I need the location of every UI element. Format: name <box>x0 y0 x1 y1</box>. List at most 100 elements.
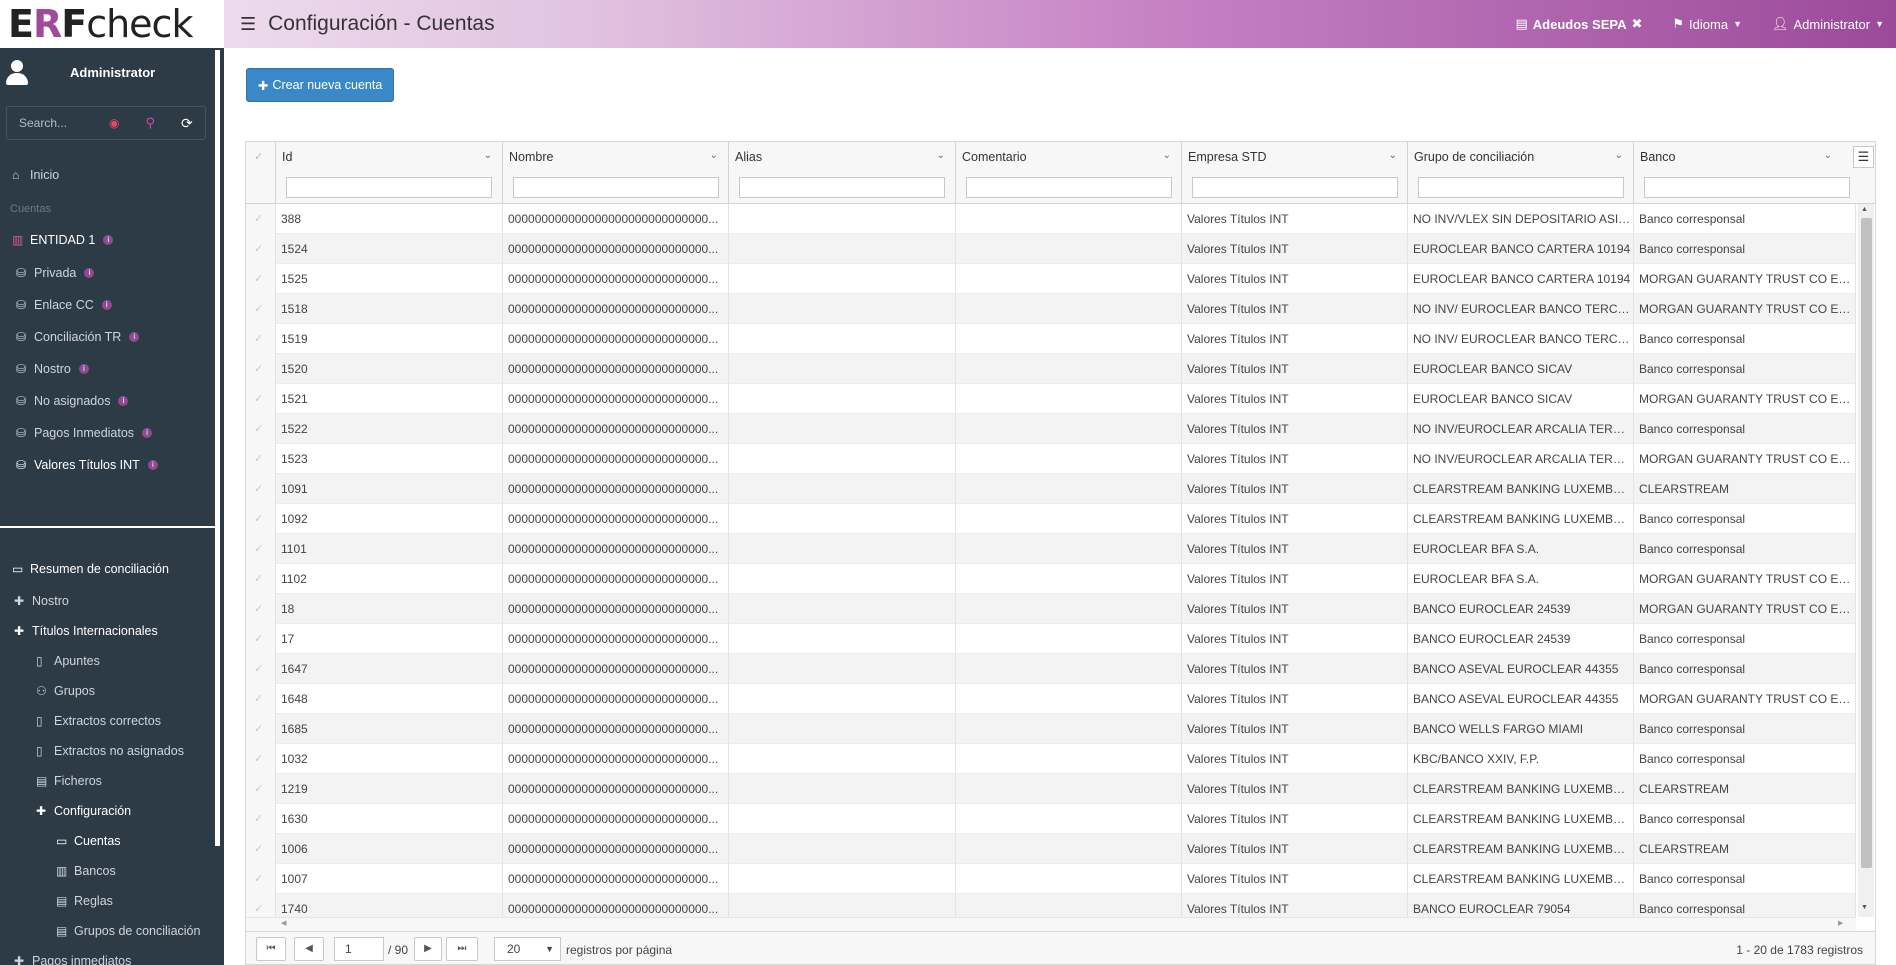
table-row[interactable]: ✓ 17 000000000000000000000000000000... Valo… <box>246 624 1856 654</box>
nav-entity-valores-titulos[interactable]: ⛁ Valores Títulos INT i <box>16 458 158 472</box>
chevron-down-icon[interactable]: ⌄ <box>1389 150 1397 161</box>
filter-input-grupo[interactable] <box>1418 177 1624 198</box>
table-row[interactable]: ✓ 1523 000000000000000000000000000000... Va… <box>246 444 1856 474</box>
table-row[interactable]: ✓ 1521 000000000000000000000000000000... Va… <box>246 384 1856 414</box>
scroll-down-icon[interactable]: ▼ <box>1861 904 1868 911</box>
next-page-button[interactable]: ▶ <box>414 937 442 961</box>
row-select-checkbox[interactable]: ✓ <box>246 294 276 324</box>
nav-inicio[interactable]: ⌂ Inicio <box>12 168 59 182</box>
menu-toggle-icon[interactable]: ☰ <box>240 14 256 35</box>
chevron-down-icon[interactable]: ⌄ <box>710 150 718 161</box>
nav-entity-no-asignados[interactable]: ⛁ No asignados i <box>16 394 129 408</box>
row-select-checkbox[interactable]: ✓ <box>246 414 276 444</box>
filter-input-nombre[interactable] <box>513 177 719 198</box>
filter-input-empresa[interactable] <box>1192 177 1398 198</box>
chevron-down-icon[interactable]: ⌄ <box>1163 150 1171 161</box>
row-select-checkbox[interactable]: ✓ <box>246 474 276 504</box>
row-select-checkbox[interactable]: ✓ <box>246 354 276 384</box>
nav-entity-enlace-cc[interactable]: ⛁ Enlace CC i <box>16 298 112 312</box>
user-menu[interactable]: 👤︎ Administrator ▼ <box>1772 16 1884 32</box>
scroll-thumb[interactable] <box>1861 218 1872 868</box>
row-select-checkbox[interactable]: ✓ <box>246 564 276 594</box>
table-row[interactable]: ✓ 1092 000000000000000000000000000000... Va… <box>246 504 1856 534</box>
row-select-checkbox[interactable]: ✓ <box>246 624 276 654</box>
table-row[interactable]: ✓ 1647 000000000000000000000000000000... Va… <box>246 654 1856 684</box>
page-number-input[interactable]: 1 <box>334 937 384 961</box>
horizontal-scrollbar[interactable]: ◀ ▶ <box>246 917 1856 931</box>
table-row[interactable]: ✓ 1006 000000000000000000000000000000... Va… <box>246 834 1856 864</box>
table-row[interactable]: ✓ 1219 000000000000000000000000000000... Va… <box>246 774 1856 804</box>
select-all-header[interactable]: ✓ <box>246 142 276 203</box>
table-row[interactable]: ✓ 1740 000000000000000000000000000000... Va… <box>246 894 1856 917</box>
column-menu-icon[interactable]: ☰ <box>1853 146 1874 168</box>
nav-grupos[interactable]: ⚇ Grupos <box>36 684 95 698</box>
row-select-checkbox[interactable]: ✓ <box>246 864 276 894</box>
row-select-checkbox[interactable]: ✓ <box>246 444 276 474</box>
create-account-button[interactable]: ✚ Crear nueva cuenta <box>246 68 395 102</box>
chevron-down-icon[interactable]: ⌄ <box>1615 150 1623 161</box>
row-select-checkbox[interactable]: ✓ <box>246 324 276 354</box>
table-row[interactable]: ✓ 1091 000000000000000000000000000000... Va… <box>246 474 1856 504</box>
table-row[interactable]: ✓ 388 000000000000000000000000000000... Val… <box>246 204 1856 234</box>
nav-entidad[interactable]: ▥ ENTIDAD 1i <box>12 233 114 247</box>
chevron-down-icon[interactable]: ⌄ <box>937 150 945 161</box>
nav-grupos-conciliacion[interactable]: ▤ Grupos de conciliación <box>56 924 200 938</box>
row-select-checkbox[interactable]: ✓ <box>246 654 276 684</box>
filter-input-id[interactable] <box>286 177 492 198</box>
row-select-checkbox[interactable]: ✓ <box>246 594 276 624</box>
chevron-down-icon[interactable]: ⌄ <box>484 150 492 161</box>
table-row[interactable]: ✓ 1102 000000000000000000000000000000... Va… <box>246 564 1856 594</box>
row-select-checkbox[interactable]: ✓ <box>246 204 276 234</box>
filter-input-comentario[interactable] <box>966 177 1172 198</box>
prev-page-button[interactable]: ◀ <box>294 937 324 961</box>
table-row[interactable]: ✓ 1520 000000000000000000000000000000... Va… <box>246 354 1856 384</box>
search-input[interactable]: Search... <box>19 116 107 130</box>
row-select-checkbox[interactable]: ✓ <box>246 534 276 564</box>
scroll-up-icon[interactable]: ▲ <box>1861 206 1868 213</box>
column-header-nombre[interactable]: Nombre ⌄ <box>503 142 729 203</box>
row-select-checkbox[interactable]: ✓ <box>246 504 276 534</box>
column-header-comentario[interactable]: Comentario ⌄ <box>956 142 1182 203</box>
nav-extractos-no-asignados[interactable]: ▯ Extractos no asignados <box>36 744 184 758</box>
nav-resumen[interactable]: ▭ Resumen de conciliación <box>12 562 169 576</box>
nav-entity-nostro[interactable]: ⛁ Nostro i <box>16 362 89 376</box>
row-select-checkbox[interactable]: ✓ <box>246 744 276 774</box>
table-row[interactable]: ✓ 1518 000000000000000000000000000000... Va… <box>246 294 1856 324</box>
page-size-select[interactable]: 20 ▼ <box>494 937 561 961</box>
column-header-banco[interactable]: Banco ⌄ <box>1634 142 1852 203</box>
search-icon[interactable]: ⚲ <box>145 115 155 131</box>
nav-entity-privada[interactable]: ⛁ Privada i <box>16 266 95 280</box>
nav-entity-pagos-inmediatos[interactable]: ⛁ Pagos Inmediatos i <box>16 426 153 440</box>
nav-entity-conciliacion-tr[interactable]: ⛁ Conciliación TR i <box>16 330 140 344</box>
nav-apuntes[interactable]: ▯ Apuntes <box>36 654 100 668</box>
first-page-button[interactable]: ⏮ <box>256 937 286 961</box>
row-select-checkbox[interactable]: ✓ <box>246 234 276 264</box>
nav-pagos-inmediatos[interactable]: ✚ Pagos inmediatos <box>14 954 131 965</box>
column-header-alias[interactable]: Alias ⌄ <box>729 142 956 203</box>
sepa-toggle[interactable]: ▤ Adeudos SEPA ✖ <box>1516 16 1643 32</box>
column-header-empresa[interactable]: Empresa STD ⌄ <box>1182 142 1408 203</box>
nav-extractos-correctos[interactable]: ▯ Extractos correctos <box>36 714 161 728</box>
nav-ficheros[interactable]: ▤ Ficheros <box>36 774 102 788</box>
nav-nostro[interactable]: ✚ Nostro <box>14 594 69 608</box>
table-row[interactable]: ✓ 1525 000000000000000000000000000000... Va… <box>246 264 1856 294</box>
row-select-checkbox[interactable]: ✓ <box>246 684 276 714</box>
sidebar-scrollbar[interactable] <box>215 50 220 846</box>
language-menu[interactable]: ⚑ Idioma ▼ <box>1672 16 1742 32</box>
clear-icon[interactable]: ◉ <box>109 116 119 130</box>
table-row[interactable]: ✓ 1101 000000000000000000000000000000... Va… <box>246 534 1856 564</box>
table-row[interactable]: ✓ 18 000000000000000000000000000000... Valo… <box>246 594 1856 624</box>
scroll-right-icon[interactable]: ▶ <box>1838 919 1843 927</box>
row-select-checkbox[interactable]: ✓ <box>246 834 276 864</box>
nav-configuracion[interactable]: ✚ Configuración <box>36 804 131 818</box>
row-select-checkbox[interactable]: ✓ <box>246 804 276 834</box>
row-select-checkbox[interactable]: ✓ <box>246 774 276 804</box>
row-select-checkbox[interactable]: ✓ <box>246 264 276 294</box>
column-header-grupo[interactable]: Grupo de conciliación ⌄ <box>1408 142 1634 203</box>
table-row[interactable]: ✓ 1630 000000000000000000000000000000... Va… <box>246 804 1856 834</box>
row-select-checkbox[interactable]: ✓ <box>246 384 276 414</box>
filter-input-banco[interactable] <box>1644 177 1850 198</box>
table-row[interactable]: ✓ 1685 000000000000000000000000000000... Va… <box>246 714 1856 744</box>
table-row[interactable]: ✓ 1519 000000000000000000000000000000... Va… <box>246 324 1856 354</box>
row-select-checkbox[interactable]: ✓ <box>246 894 276 917</box>
